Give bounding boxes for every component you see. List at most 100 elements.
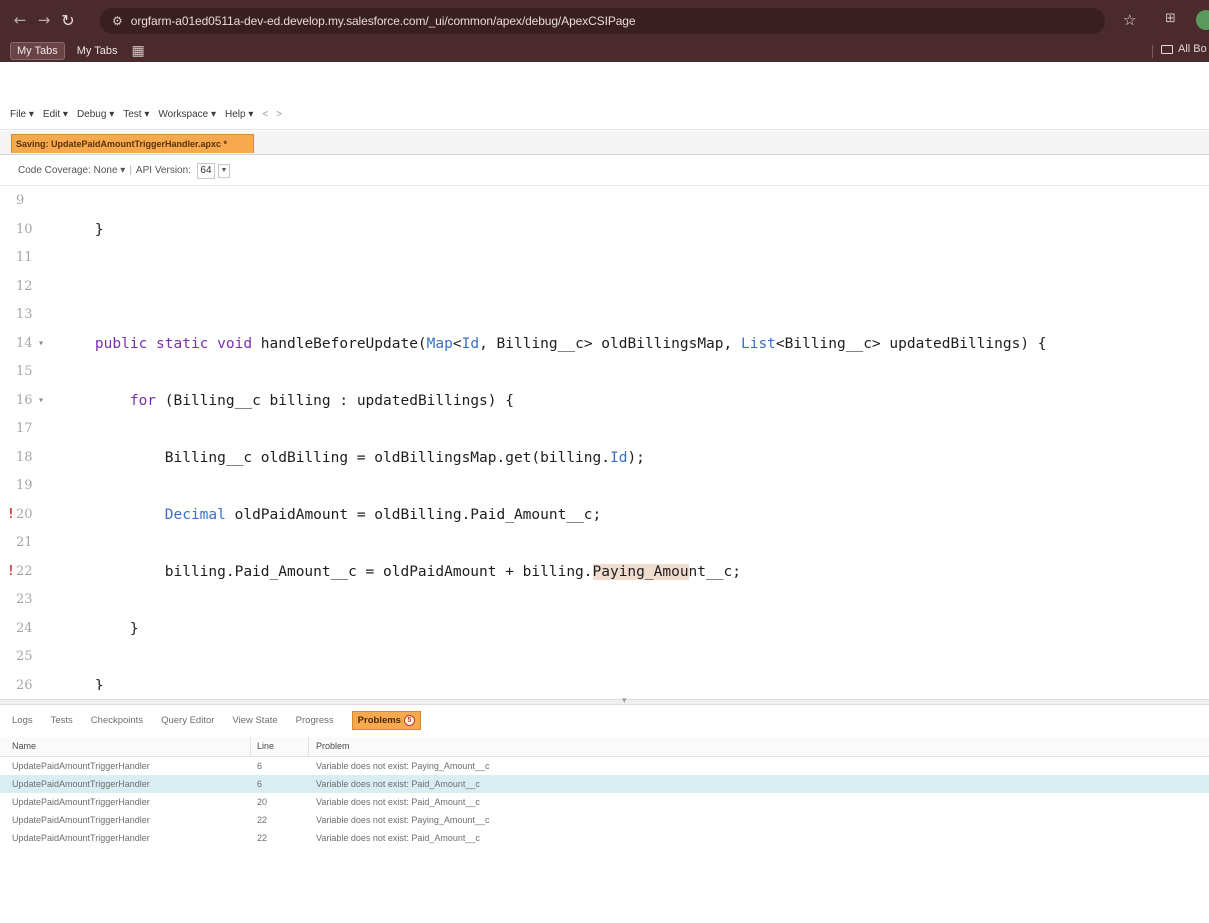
star-icon[interactable]: ☆ — [1123, 11, 1136, 29]
tab-progress[interactable]: Progress — [296, 715, 334, 726]
site-info-icon[interactable]: ⚙ — [112, 14, 123, 28]
code-line[interactable]: 12 — [0, 274, 1209, 300]
line-number: 23 — [16, 592, 33, 607]
chevron-down-icon[interactable]: ▼ — [217, 163, 230, 178]
line-number: 9 — [16, 193, 25, 208]
code-token: nt__c; — [688, 563, 741, 580]
code-coverage-dropdown[interactable]: Code Coverage: None ▾ — [18, 165, 125, 176]
code-line[interactable]: 23 — [0, 587, 1209, 613]
code-line[interactable]: 24 } — [0, 616, 1209, 642]
line-number: 21 — [16, 535, 33, 550]
cell-name: UpdatePaidAmountTriggerHandler — [12, 797, 150, 807]
fold-toggle-icon[interactable]: ▾ — [38, 331, 44, 357]
code-text[interactable]: billing.Paid_Amount__c = oldPaidAmount +… — [60, 559, 741, 585]
address-bar[interactable]: ⚙ orgfarm-a01ed0511a-dev-ed.develop.my.s… — [100, 8, 1105, 34]
tab-problems[interactable]: Problems 5 — [351, 710, 421, 730]
code-text[interactable]: public static void handleBeforeUpdate(Ma… — [60, 331, 1047, 357]
tab-logs[interactable]: Logs — [12, 715, 33, 726]
code-token: , Billing__c> oldBillingsMap, — [479, 335, 741, 352]
code-line[interactable]: 10 } — [0, 217, 1209, 243]
menu-help[interactable]: Help ▾ — [225, 109, 253, 120]
tab-view-state[interactable]: View State — [232, 715, 277, 726]
menu-edit[interactable]: Edit ▾ — [43, 109, 68, 120]
line-number: 12 — [16, 278, 33, 294]
file-tab-update-paid-amount-trigger-handler[interactable]: Saving: UpdatePaidAmountTriggerHandler.a… — [11, 134, 254, 153]
menu-file[interactable]: File ▾ — [10, 109, 34, 120]
code-text[interactable]: Decimal oldPaidAmount = oldBilling.Paid_… — [60, 502, 602, 528]
code-line[interactable]: 17 — [0, 416, 1209, 442]
arrow-right-icon[interactable]: → — [32, 8, 56, 32]
code-token: ); — [627, 449, 645, 466]
cell-problem: Variable does not exist: Paid_Amount__c — [316, 797, 480, 807]
code-line[interactable]: 16 ▾ for (Billing__c billing : updatedBil… — [0, 388, 1209, 414]
code-line[interactable]: 19 — [0, 473, 1209, 499]
code-text[interactable]: Billing__c oldBilling = oldBillingsMap.g… — [60, 445, 645, 471]
cell-line: 6 — [257, 761, 263, 771]
tab-tests[interactable]: Tests — [51, 715, 73, 726]
folder-icon — [1161, 44, 1173, 54]
code-line[interactable]: 11 — [0, 245, 1209, 271]
bookmark-my-tabs-2[interactable]: My Tabs — [71, 42, 124, 60]
table-row[interactable]: UpdatePaidAmountTriggerHandler 22 Variable… — [0, 811, 1209, 829]
table-row[interactable]: UpdatePaidAmountTriggerHandler 6 Variable … — [0, 757, 1209, 775]
table-row[interactable]: UpdatePaidAmountTriggerHandler 22 Variable… — [0, 829, 1209, 847]
all-bookmarks-button[interactable]: All Bo — [1161, 43, 1207, 55]
code-line[interactable]: ! 22 billing.Paid_Amount__c = oldPaidAmou… — [0, 559, 1209, 585]
fold-toggle-icon[interactable]: ▾ — [38, 388, 44, 414]
bookmark-my-tabs-1[interactable]: My Tabs — [10, 42, 65, 60]
menu-workspace[interactable]: Workspace ▾ — [158, 109, 216, 120]
reload-icon[interactable]: ↻ — [56, 8, 80, 32]
code-line[interactable]: 25 — [0, 644, 1209, 670]
tab-query-editor[interactable]: Query Editor — [161, 715, 214, 726]
line-number: 14 — [16, 335, 33, 351]
column-header-name[interactable]: Name — [12, 741, 36, 751]
nav-back-arrow-icon[interactable]: < — [262, 109, 268, 120]
code-line[interactable]: ! 20 Decimal oldPaidAmount = oldBilling.P… — [0, 502, 1209, 528]
code-token: oldPaidAmount = oldBilling.Paid_Amount__… — [225, 506, 602, 523]
panel-resize-handle[interactable] — [0, 699, 1209, 705]
code-token: } — [60, 677, 104, 691]
tab-checkpoints[interactable]: Checkpoints — [91, 715, 143, 726]
menu-debug[interactable]: Debug ▾ — [77, 109, 114, 120]
code-text[interactable]: for (Billing__c billing : updatedBilling… — [60, 388, 514, 414]
type-token: List — [740, 335, 776, 352]
menu-test[interactable]: Test ▾ — [123, 109, 149, 120]
code-editor[interactable]: 9 10 } 11 12 13 14 ▾ public static void handle… — [0, 186, 1209, 690]
code-text[interactable]: } — [60, 217, 104, 243]
table-row[interactable]: UpdatePaidAmountTriggerHandler 6 Variable … — [0, 775, 1209, 793]
arrow-left-icon[interactable]: ← — [8, 8, 32, 32]
grip-icon[interactable]: ▾ — [622, 695, 628, 706]
error-marker-icon[interactable]: ! — [7, 502, 15, 528]
api-version-field[interactable]: 64 — [196, 162, 215, 179]
code-line[interactable]: 26 } — [0, 673, 1209, 691]
code-line[interactable]: 9 — [0, 188, 1209, 214]
code-line[interactable]: 21 — [0, 530, 1209, 556]
code-token: billing.Paid_Amount__c = oldPaidAmount +… — [60, 563, 593, 580]
error-marker-icon[interactable]: ! — [7, 559, 15, 585]
code-line[interactable]: 18 Billing__c oldBilling = oldBillingsMa… — [0, 445, 1209, 471]
code-line[interactable]: 15 — [0, 359, 1209, 385]
profile-avatar[interactable] — [1196, 10, 1209, 30]
nav-forward-arrow-icon[interactable]: > — [276, 109, 282, 120]
column-header-line[interactable]: Line — [257, 741, 274, 751]
cell-problem: Variable does not exist: Paid_Amount__c — [316, 833, 480, 843]
keyword-token: for — [129, 392, 157, 409]
line-number: 11 — [16, 250, 33, 265]
extensions-icon[interactable]: ⊞ — [1165, 11, 1176, 26]
type-token: Decimal — [164, 506, 226, 523]
code-line[interactable]: 14 ▾ public static void handleBeforeUpdat… — [0, 331, 1209, 357]
browser-chrome: ← → ↻ ⚙ orgfarm-a01ed0511a-dev-ed.develo… — [0, 0, 1209, 62]
code-line[interactable]: 13 — [0, 302, 1209, 328]
api-version-label: API Version: — [135, 165, 191, 176]
url-text[interactable]: orgfarm-a01ed0511a-dev-ed.develop.my.sal… — [131, 14, 636, 28]
code-text[interactable]: } — [60, 616, 139, 642]
apps-grid-icon[interactable]: ▦ — [132, 43, 145, 59]
code-text[interactable]: } — [60, 673, 104, 691]
cell-line: 6 — [257, 779, 263, 789]
column-header-problem[interactable]: Problem — [316, 741, 350, 751]
line-number: 22 — [16, 563, 33, 579]
cell-line: 22 — [257, 833, 268, 843]
line-number: 19 — [16, 478, 33, 493]
table-row[interactable]: UpdatePaidAmountTriggerHandler 20 Variable… — [0, 793, 1209, 811]
line-number: 26 — [16, 677, 33, 691]
